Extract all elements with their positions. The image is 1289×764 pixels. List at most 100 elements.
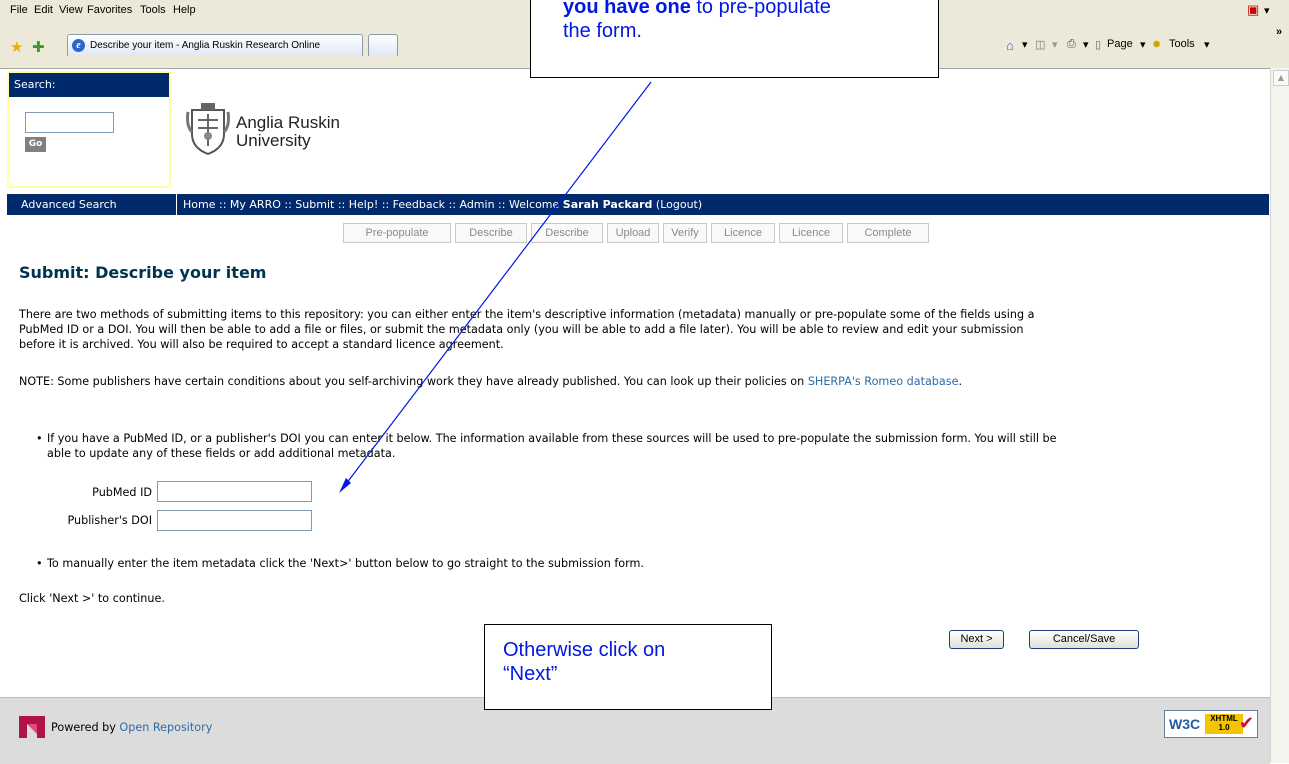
tools-menu[interactable]: Tools xyxy=(1169,38,1195,50)
powered-by: Powered by Open Repository xyxy=(51,721,212,734)
note-text: NOTE: Some publishers have certain condi… xyxy=(19,374,962,389)
page-title: Submit: Describe your item xyxy=(19,263,267,282)
chevron-down-icon[interactable]: ▾ xyxy=(1264,4,1270,17)
ie-page-icon: e xyxy=(72,39,85,52)
search-input[interactable] xyxy=(25,112,114,133)
callout-top-bold: you have one xyxy=(563,0,691,18)
menu-help[interactable]: Help xyxy=(173,4,196,16)
logo-line-2: University xyxy=(236,131,311,150)
scroll-up-icon[interactable]: ▲ xyxy=(1273,70,1289,86)
callout-next: Otherwise click on “Next” xyxy=(484,624,772,710)
w3c-xhtml-badge[interactable]: W3C XHTML 1.0 ✔ xyxy=(1164,710,1258,738)
bullet-icon: • xyxy=(36,432,43,445)
w3c-text: W3C xyxy=(1169,716,1201,732)
intro-line: before it is archived. You will also be … xyxy=(19,338,504,351)
bullet-manual: • To manually enter the item metadata cl… xyxy=(19,556,644,571)
favorites-star-icon[interactable]: ★ xyxy=(10,38,23,56)
gear-icon: ✹ xyxy=(1152,39,1162,51)
menu-favorites[interactable]: Favorites xyxy=(87,4,132,16)
advanced-search-link[interactable]: Advanced Search xyxy=(21,194,117,215)
pdf-icon[interactable]: ▣ xyxy=(1247,2,1259,18)
callout-bottom-line2: “Next” xyxy=(503,663,558,685)
step-verify[interactable]: Verify xyxy=(663,223,707,243)
step-licence-1[interactable]: Licence xyxy=(711,223,775,243)
search-heading: Search: xyxy=(9,73,169,97)
page-icon: ▯ xyxy=(1095,39,1102,51)
step-describe-2[interactable]: Describe xyxy=(531,223,603,243)
bullet1-line: If you have a PubMed ID, or a publisher'… xyxy=(47,432,1057,445)
chevron-down-icon[interactable]: ▾ xyxy=(1022,38,1028,51)
open-repository-link[interactable]: Open Repository xyxy=(119,721,212,734)
step-complete[interactable]: Complete xyxy=(847,223,929,243)
menu-file[interactable]: File xyxy=(10,4,28,16)
nav-separator: :: xyxy=(381,198,390,211)
user-name: Sarah Packard xyxy=(562,198,653,211)
feeds-icon[interactable]: ◫ xyxy=(1035,38,1045,51)
nav-help[interactable]: Help! xyxy=(349,198,379,211)
logo-line-1: Anglia Ruskin xyxy=(236,113,340,132)
logout-link[interactable]: (Logout) xyxy=(656,198,702,211)
step-upload[interactable]: Upload xyxy=(607,223,659,243)
nav-admin[interactable]: Admin xyxy=(459,198,494,211)
intro-line: There are two methods of submitting item… xyxy=(19,308,1035,321)
bullet-pubmed: • If you have a PubMed ID, or a publishe… xyxy=(19,431,1057,461)
welcome-text: Welcome xyxy=(508,198,560,211)
home-icon[interactable]: ⌂ xyxy=(1006,38,1014,53)
callout-top-line2: the form. xyxy=(563,20,642,42)
step-pre-populate[interactable]: Pre-populate xyxy=(343,223,451,243)
step-describe-1[interactable]: Describe xyxy=(455,223,527,243)
page-menu[interactable]: Page xyxy=(1107,38,1133,50)
vertical-scrollbar[interactable]: ▲ xyxy=(1270,68,1289,763)
bullet-icon: • xyxy=(36,557,43,570)
xhtml-text: XHTML xyxy=(1210,714,1238,723)
nav-feedback[interactable]: Feedback xyxy=(393,198,445,211)
intro-text: There are two methods of submitting item… xyxy=(19,307,1034,352)
next-button[interactable]: Next > xyxy=(949,630,1004,649)
menu-view[interactable]: View xyxy=(59,4,83,16)
intro-line: PubMed ID or a DOI. You will then be abl… xyxy=(19,323,1024,336)
bullet1-line: able to update any of these fields or ad… xyxy=(47,447,396,460)
nav-my-arro[interactable]: My ARRO xyxy=(230,198,281,211)
xhtml-label: XHTML 1.0 xyxy=(1205,714,1243,734)
xhtml-version: 1.0 xyxy=(1218,723,1230,732)
chevron-down-icon[interactable]: ▾ xyxy=(1083,38,1089,51)
nav-submit[interactable]: Submit xyxy=(295,198,334,211)
open-repository-logo-icon xyxy=(19,716,45,738)
menu-edit[interactable]: Edit xyxy=(34,4,53,16)
tab-describe-item[interactable]: e Describe your item - Anglia Ruskin Res… xyxy=(67,34,363,56)
nav-home[interactable]: Home xyxy=(183,198,215,211)
note-prefix: NOTE: Some publishers have certain condi… xyxy=(19,375,808,388)
sherpa-romeo-link[interactable]: SHERPA's Romeo database xyxy=(808,375,959,388)
chevron-down-icon[interactable]: ▾ xyxy=(1052,38,1058,51)
doi-input[interactable] xyxy=(157,510,312,531)
tab-new[interactable] xyxy=(368,34,398,56)
nav-separator: :: xyxy=(337,198,346,211)
callout-pre-populate: you have one to pre-populate the form. xyxy=(530,0,939,78)
checkmark-icon: ✔ xyxy=(1239,713,1255,734)
chevron-down-icon[interactable]: ▾ xyxy=(1140,38,1146,51)
pubmed-id-input[interactable] xyxy=(157,481,312,502)
toolbar-overflow-icon[interactable]: » xyxy=(1276,26,1282,38)
go-button[interactable]: Go xyxy=(25,137,46,152)
university-crest-logo xyxy=(186,103,230,156)
nav-divider xyxy=(176,194,177,215)
cancel-save-button[interactable]: Cancel/Save xyxy=(1029,630,1139,649)
bullet2-text: To manually enter the item metadata clic… xyxy=(47,557,644,570)
add-favorite-icon[interactable]: ✚ xyxy=(32,38,45,56)
nav-links: Home :: My ARRO :: Submit :: Help! :: Fe… xyxy=(183,194,702,215)
callout-top-rest: to pre-populate xyxy=(690,0,831,18)
pubmed-label: PubMed ID xyxy=(92,486,152,499)
chevron-down-icon[interactable]: ▾ xyxy=(1204,38,1210,51)
callout-bottom-line1: Otherwise click on xyxy=(503,639,666,661)
menu-tools[interactable]: Tools xyxy=(140,4,166,16)
university-name: Anglia Ruskin University xyxy=(236,114,340,150)
nav-separator: :: xyxy=(448,198,456,211)
step-licence-2[interactable]: Licence xyxy=(779,223,843,243)
nav-separator: :: xyxy=(284,198,292,211)
print-icon[interactable]: ⎙ xyxy=(1067,38,1076,51)
callout-top-line1: you have one to pre-populate xyxy=(563,0,938,19)
tab-title: Describe your item - Anglia Ruskin Resea… xyxy=(90,40,321,51)
nav-separator: :: xyxy=(498,198,506,211)
nav-bar: Advanced Search Home :: My ARRO :: Submi… xyxy=(7,194,1269,215)
continue-text: Click 'Next >' to continue. xyxy=(19,592,165,605)
